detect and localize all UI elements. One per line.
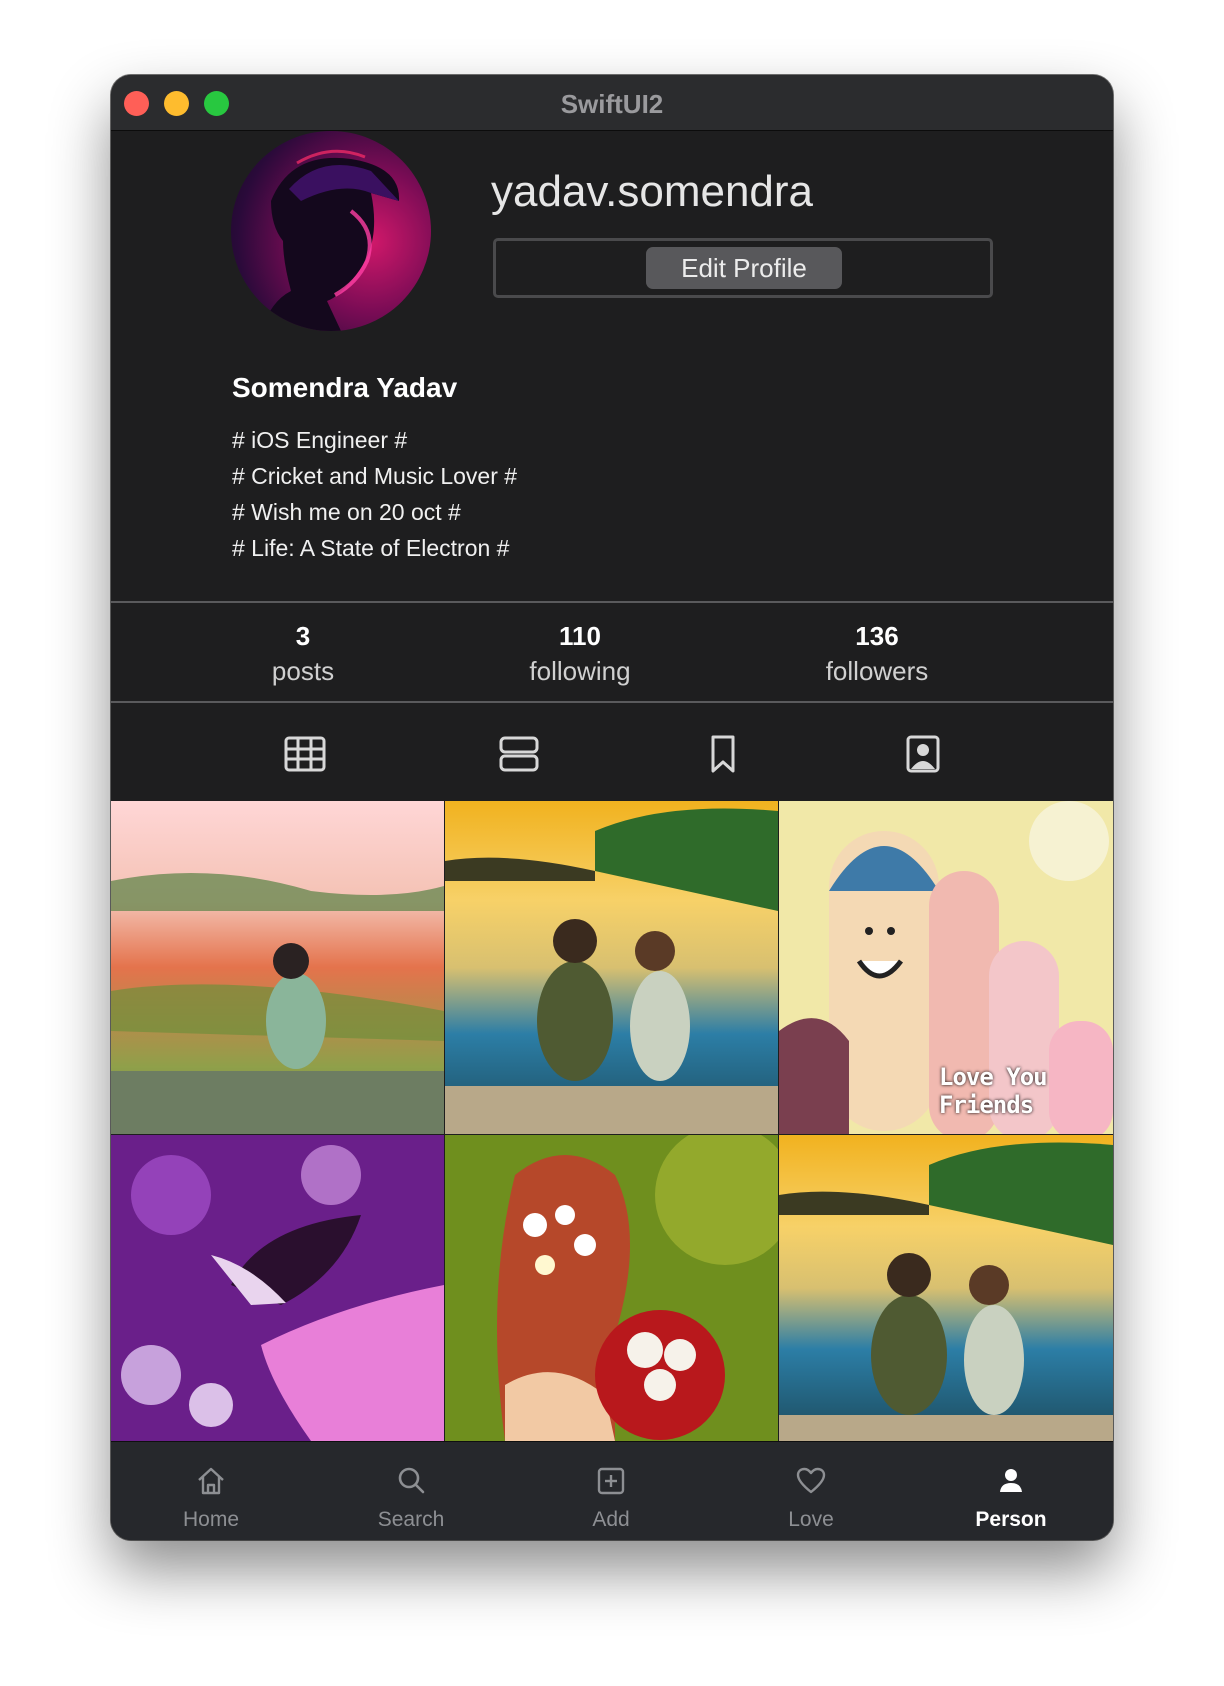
tagged-person-icon[interactable] (902, 735, 944, 773)
stat-number: 110 (559, 621, 601, 651)
stat-posts[interactable]: 3 posts (203, 621, 403, 687)
stat-label: following (529, 656, 631, 686)
magnifier-icon (398, 1467, 425, 1494)
stat-following[interactable]: 110 following (480, 621, 680, 687)
profile-stats: 3 posts 110 following 136 followers (111, 601, 1113, 703)
post-tile[interactable] (445, 801, 778, 1134)
bookmark-icon[interactable] (702, 735, 744, 773)
stat-number: 3 (295, 621, 311, 651)
tab-label: Person (975, 1508, 1047, 1531)
grid-icon[interactable] (284, 735, 326, 773)
post-tile[interactable] (111, 1135, 444, 1441)
person-icon (1000, 1469, 1022, 1492)
post-tile[interactable] (779, 1135, 1113, 1441)
avatar-silhouette-image (261, 149, 400, 331)
title-bar[interactable]: SwiftUI2 (111, 75, 1113, 131)
post-tile[interactable] (445, 1135, 778, 1441)
profile-full-name: Somendra Yadav (232, 372, 458, 403)
posts-grid: Love You Friends (111, 801, 1113, 1441)
bio-line: # Wish me on 20 oct # (232, 499, 461, 525)
bride-with-roses-photo (445, 1135, 778, 1441)
post-tile[interactable] (111, 801, 444, 1134)
stat-number: 136 (855, 621, 899, 651)
tab-love[interactable]: Love (711, 1442, 911, 1540)
window-title: SwiftUI2 (560, 89, 664, 119)
tab-search[interactable]: Search (311, 1442, 511, 1540)
tab-label: Home (182, 1508, 240, 1531)
app-window: SwiftUI2 yadav.somendra Edit Profile Som… (111, 75, 1113, 1540)
tab-label: Love (788, 1508, 834, 1531)
kids-by-lake-photo-2 (779, 1135, 1113, 1441)
profile-view-tabs (111, 705, 1113, 801)
tab-add[interactable]: Add (511, 1442, 711, 1540)
list-icon[interactable] (498, 735, 540, 773)
bio-line: # Life: A State of Electron # (232, 535, 510, 561)
house-icon (198, 1467, 224, 1495)
profile-bio: # iOS Engineer # # Cricket and Music Lov… (232, 422, 517, 566)
post-caption: Love You Friends (939, 1063, 1048, 1119)
tab-home[interactable]: Home (111, 1442, 311, 1540)
edit-profile-container: Edit Profile (493, 238, 993, 298)
edit-profile-button[interactable]: Edit Profile (646, 247, 842, 289)
heart-icon (796, 1467, 826, 1494)
tab-person[interactable]: Person (911, 1442, 1111, 1540)
tab-label: Search (377, 1508, 445, 1531)
profile-username: yadav.somendra (491, 167, 814, 216)
post-tile[interactable]: Love You Friends (779, 801, 1113, 1134)
kids-by-lake-photo (445, 801, 778, 1134)
stat-label: posts (271, 656, 335, 686)
profile-avatar[interactable] (231, 131, 431, 331)
stat-label: followers (825, 656, 929, 686)
plus-square-icon (597, 1467, 625, 1495)
girl-in-field-photo (111, 801, 444, 1134)
butterfly-on-hand-photo (111, 1135, 444, 1441)
bio-line: # iOS Engineer # (232, 427, 408, 453)
tab-label: Add (592, 1508, 630, 1531)
bio-line: # Cricket and Music Lover # (232, 463, 518, 489)
bottom-tab-bar: Home Search Add Love Person (111, 1441, 1113, 1540)
stat-followers[interactable]: 136 followers (777, 621, 977, 687)
